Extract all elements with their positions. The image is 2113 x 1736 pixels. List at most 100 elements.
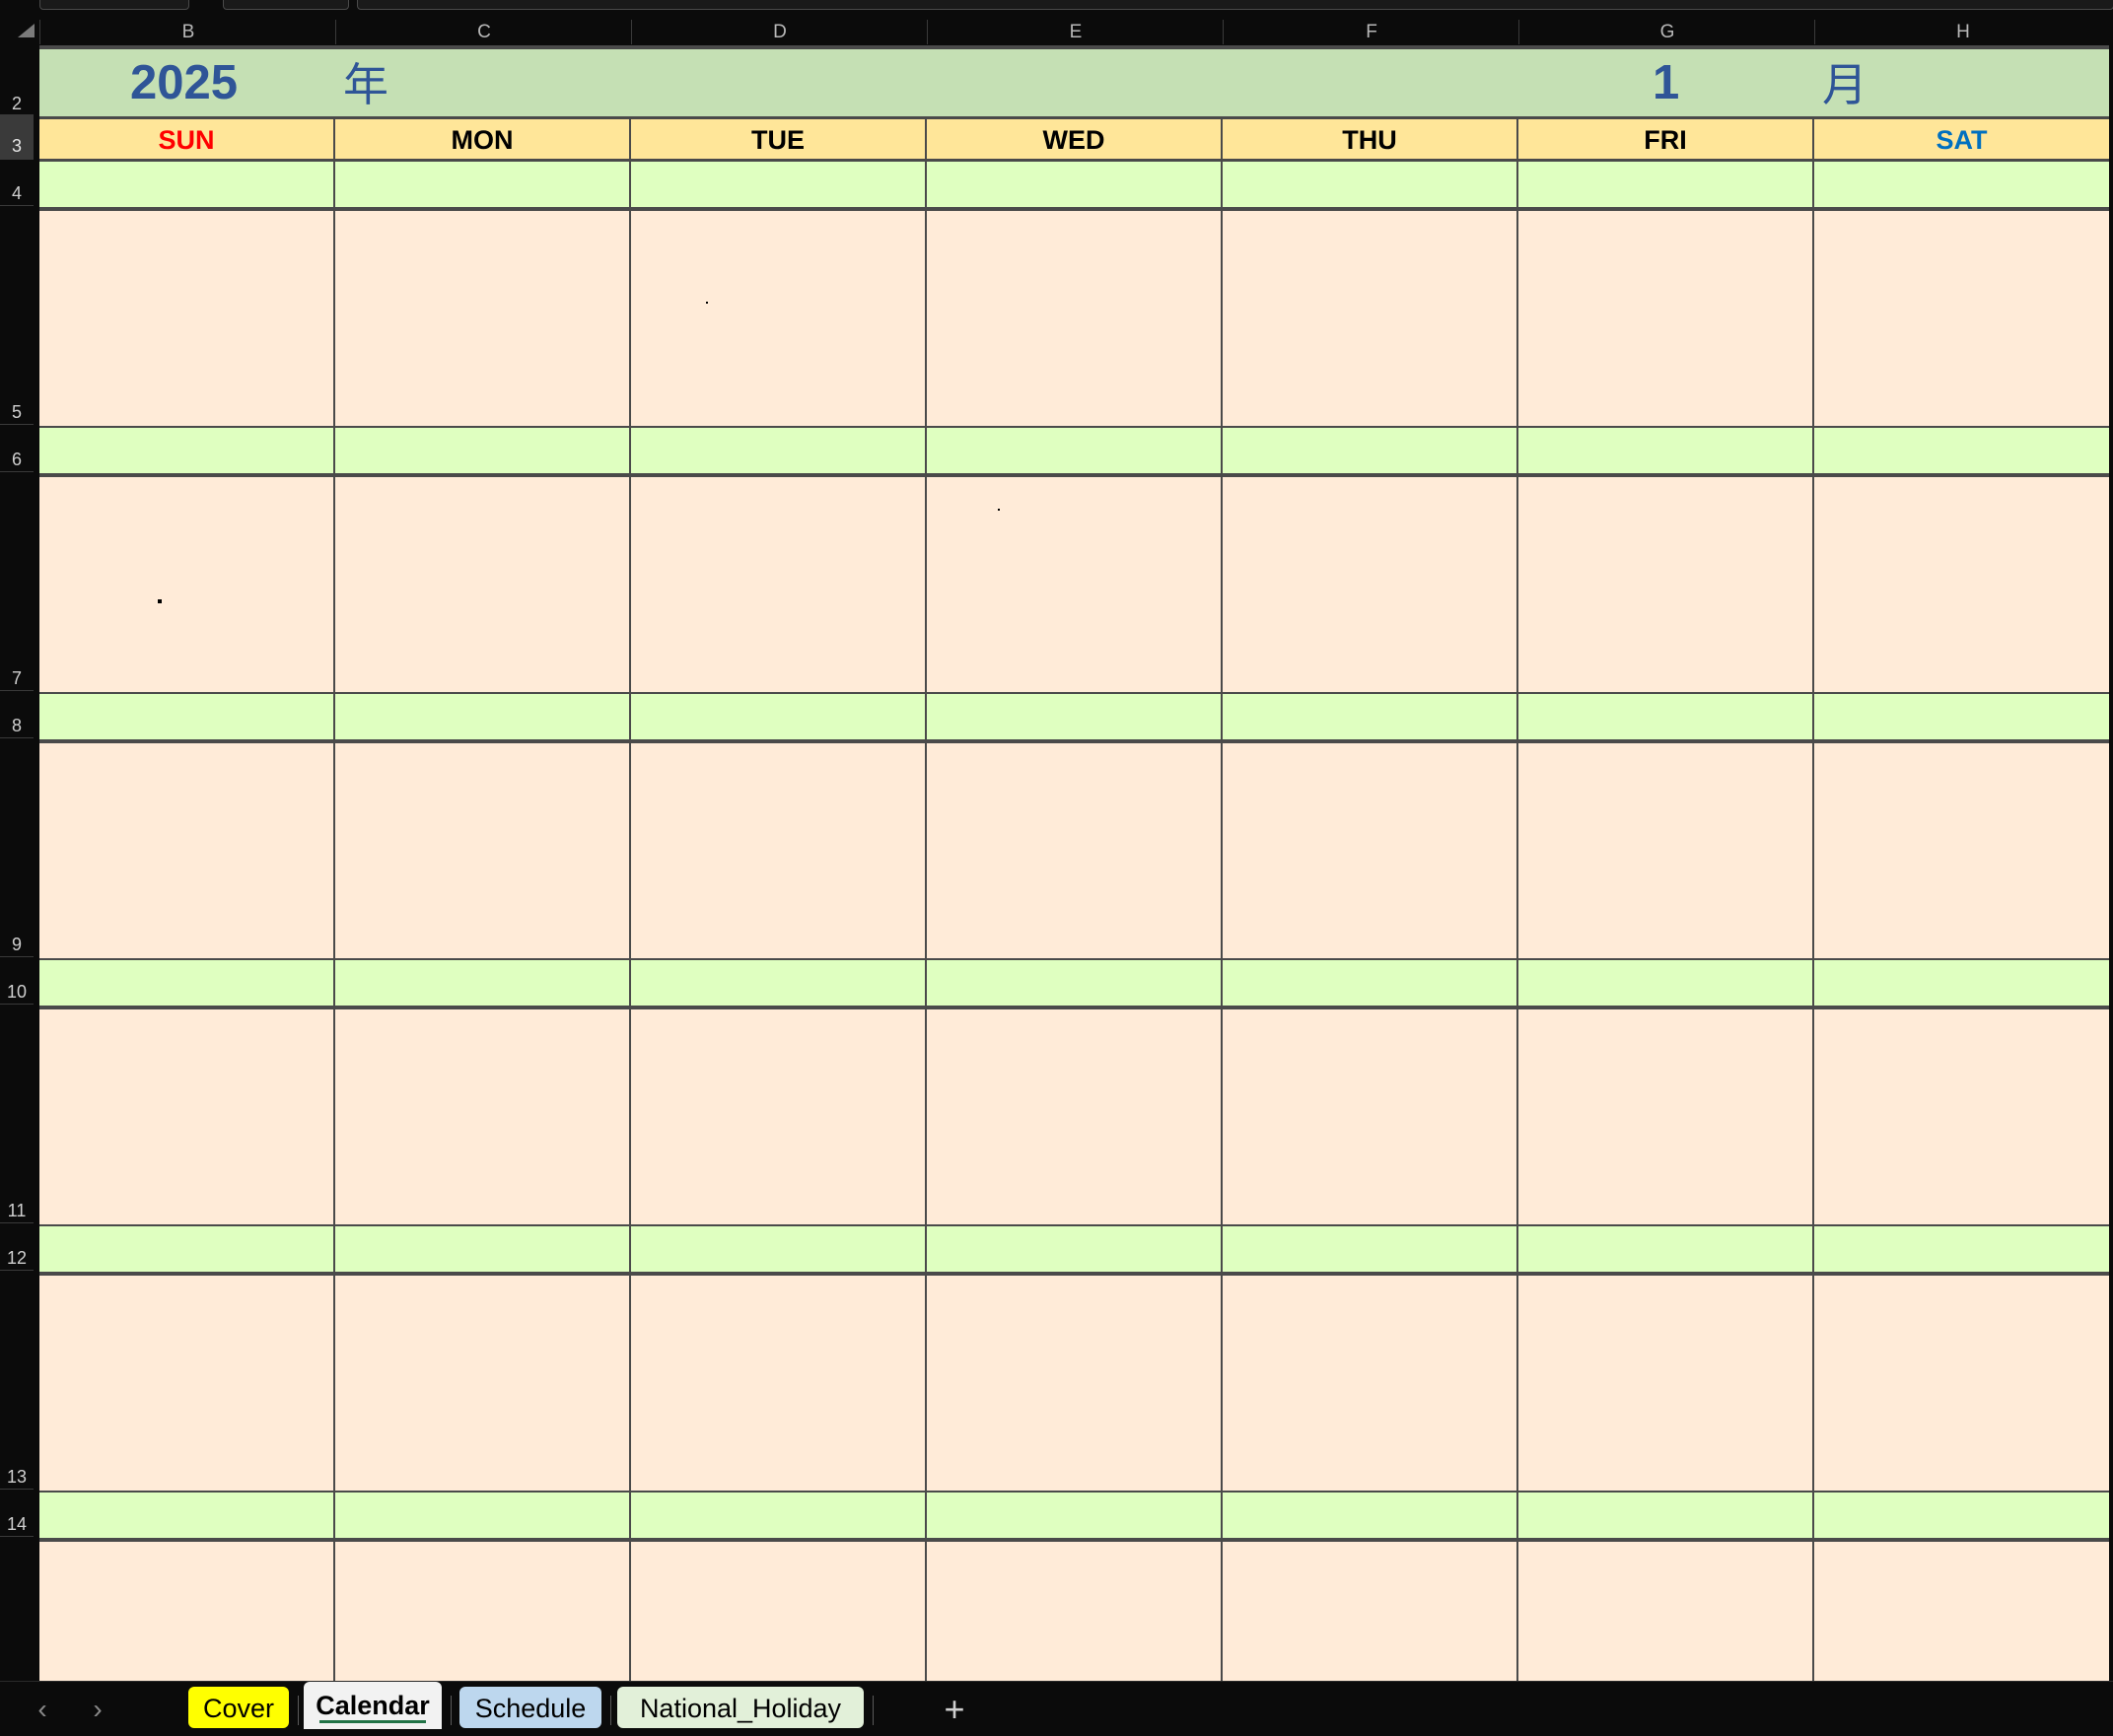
date-cell-w4-sat[interactable] <box>1814 960 2109 1006</box>
schedule-cell-w5-sat[interactable] <box>1814 1276 2109 1491</box>
schedule-cell-w5-tue[interactable] <box>631 1276 925 1491</box>
date-cell-w4-tue[interactable] <box>631 960 925 1006</box>
date-cell-w6-wed[interactable] <box>927 1493 1221 1538</box>
sheet-tab-cover[interactable]: Cover <box>188 1687 289 1728</box>
date-cell-w2-sun[interactable] <box>39 428 333 473</box>
date-cell-w2-fri[interactable] <box>1518 428 1812 473</box>
date-cell-w1-fri[interactable] <box>1518 162 1812 207</box>
schedule-cell-w6-thu[interactable] <box>1223 1542 1516 1682</box>
column-header-d[interactable]: D <box>631 20 928 44</box>
date-cell-w3-sat[interactable] <box>1814 694 2109 739</box>
date-cell-w1-tue[interactable] <box>631 162 925 207</box>
weekday-mon[interactable]: MON <box>335 119 629 159</box>
weekday-sun[interactable]: SUN <box>39 119 333 159</box>
date-cell-w3-mon[interactable] <box>335 694 629 739</box>
schedule-cell-w4-wed[interactable] <box>927 1009 1221 1224</box>
column-header-e[interactable]: E <box>927 20 1224 44</box>
schedule-cell-w4-fri[interactable] <box>1518 1009 1812 1224</box>
weekday-tue[interactable]: TUE <box>631 119 925 159</box>
row-header-3[interactable]: 3 <box>0 114 34 159</box>
date-cell-w2-thu[interactable] <box>1223 428 1516 473</box>
schedule-cell-w6-sun[interactable] <box>39 1542 333 1682</box>
calendar-title-row[interactable]: 2025 年 1 月 <box>39 49 2109 116</box>
schedule-cell-w5-fri[interactable] <box>1518 1276 1812 1491</box>
column-header-b[interactable]: B <box>39 20 336 44</box>
date-cell-w6-sat[interactable] <box>1814 1493 2109 1538</box>
date-cell-w5-fri[interactable] <box>1518 1226 1812 1272</box>
select-all-corner[interactable] <box>18 24 35 37</box>
toolbar-button[interactable] <box>223 0 349 10</box>
weekday-fri[interactable]: FRI <box>1518 119 1812 159</box>
row-header-12[interactable]: 12 <box>0 1246 34 1270</box>
schedule-cell-w1-sun[interactable] <box>39 211 333 426</box>
sheet-tab-schedule[interactable]: Schedule <box>459 1687 601 1728</box>
date-cell-w3-wed[interactable] <box>927 694 1221 739</box>
schedule-cell-w2-wed[interactable] <box>927 477 1221 692</box>
date-cell-w6-sun[interactable] <box>39 1493 333 1538</box>
row-header-2[interactable]: 2 <box>0 93 34 114</box>
schedule-cell-w4-mon[interactable] <box>335 1009 629 1224</box>
weekday-wed[interactable]: WED <box>927 119 1221 159</box>
schedule-cell-w4-sat[interactable] <box>1814 1009 2109 1224</box>
date-cell-w5-mon[interactable] <box>335 1226 629 1272</box>
prev-sheet-button[interactable]: ‹ <box>28 1692 57 1727</box>
schedule-cell-w6-mon[interactable] <box>335 1542 629 1682</box>
weekday-thu[interactable]: THU <box>1223 119 1516 159</box>
schedule-cell-w4-thu[interactable] <box>1223 1009 1516 1224</box>
toolbar-button[interactable] <box>39 0 189 10</box>
column-header-h[interactable]: H <box>1814 20 2111 44</box>
row-header-7[interactable]: 7 <box>0 666 34 690</box>
date-cell-w5-thu[interactable] <box>1223 1226 1516 1272</box>
schedule-cell-w6-tue[interactable] <box>631 1542 925 1682</box>
schedule-cell-w2-sun[interactable] <box>39 477 333 692</box>
row-header-10[interactable]: 10 <box>0 980 34 1004</box>
date-cell-w4-thu[interactable] <box>1223 960 1516 1006</box>
schedule-cell-w5-sun[interactable] <box>39 1276 333 1491</box>
date-cell-w1-sat[interactable] <box>1814 162 2109 207</box>
schedule-cell-w3-wed[interactable] <box>927 743 1221 958</box>
date-cell-w3-thu[interactable] <box>1223 694 1516 739</box>
schedule-cell-w2-tue[interactable] <box>631 477 925 692</box>
date-cell-w4-fri[interactable] <box>1518 960 1812 1006</box>
date-cell-w3-fri[interactable] <box>1518 694 1812 739</box>
schedule-cell-w3-fri[interactable] <box>1518 743 1812 958</box>
schedule-cell-w3-tue[interactable] <box>631 743 925 958</box>
date-cell-w2-tue[interactable] <box>631 428 925 473</box>
column-header-f[interactable]: F <box>1223 20 1519 44</box>
schedule-cell-w2-mon[interactable] <box>335 477 629 692</box>
date-cell-w6-tue[interactable] <box>631 1493 925 1538</box>
date-cell-w5-sun[interactable] <box>39 1226 333 1272</box>
schedule-cell-w6-sat[interactable] <box>1814 1542 2109 1682</box>
schedule-cell-w5-mon[interactable] <box>335 1276 629 1491</box>
date-cell-w1-sun[interactable] <box>39 162 333 207</box>
schedule-cell-w3-sun[interactable] <box>39 743 333 958</box>
date-cell-w5-wed[interactable] <box>927 1226 1221 1272</box>
row-header-9[interactable]: 9 <box>0 933 34 956</box>
schedule-cell-w1-sat[interactable] <box>1814 211 2109 426</box>
date-cell-w2-sat[interactable] <box>1814 428 2109 473</box>
weekday-sat[interactable]: SAT <box>1814 119 2109 159</box>
date-cell-w6-fri[interactable] <box>1518 1493 1812 1538</box>
date-cell-w5-tue[interactable] <box>631 1226 925 1272</box>
column-header-c[interactable]: C <box>335 20 632 44</box>
date-cell-w2-mon[interactable] <box>335 428 629 473</box>
date-cell-w3-tue[interactable] <box>631 694 925 739</box>
schedule-cell-w2-sat[interactable] <box>1814 477 2109 692</box>
schedule-cell-w3-mon[interactable] <box>335 743 629 958</box>
row-header-4[interactable]: 4 <box>0 181 34 205</box>
date-cell-w1-wed[interactable] <box>927 162 1221 207</box>
date-cell-w2-wed[interactable] <box>927 428 1221 473</box>
date-cell-w6-mon[interactable] <box>335 1493 629 1538</box>
schedule-cell-w2-thu[interactable] <box>1223 477 1516 692</box>
row-header-13[interactable]: 13 <box>0 1465 34 1489</box>
schedule-cell-w2-fri[interactable] <box>1518 477 1812 692</box>
schedule-cell-w4-sun[interactable] <box>39 1009 333 1224</box>
date-cell-w3-sun[interactable] <box>39 694 333 739</box>
row-header-8[interactable]: 8 <box>0 714 34 737</box>
schedule-cell-w1-fri[interactable] <box>1518 211 1812 426</box>
date-cell-w4-wed[interactable] <box>927 960 1221 1006</box>
row-header-11[interactable]: 11 <box>0 1199 34 1222</box>
sheet-tab-national-holiday[interactable]: National_Holiday <box>617 1687 864 1728</box>
date-cell-w4-mon[interactable] <box>335 960 629 1006</box>
schedule-cell-w1-thu[interactable] <box>1223 211 1516 426</box>
